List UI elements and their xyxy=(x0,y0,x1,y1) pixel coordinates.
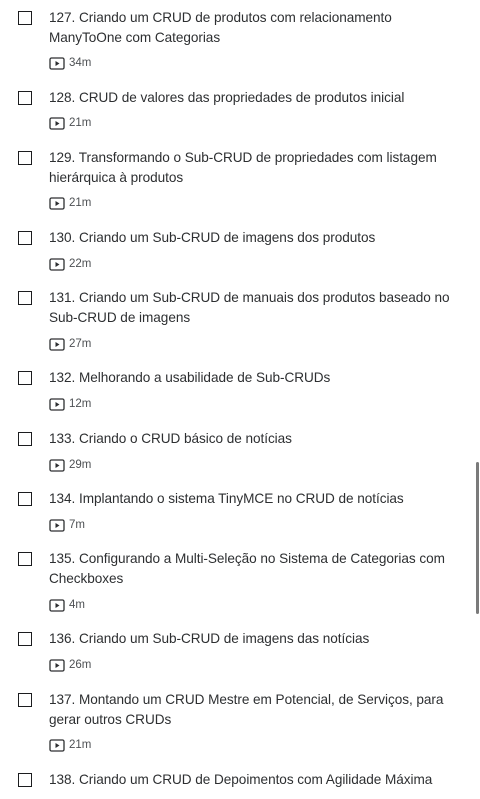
video-icon xyxy=(49,397,65,411)
lecture-checkbox[interactable] xyxy=(18,371,32,385)
lecture-meta: 26m xyxy=(49,657,91,673)
lecture-meta: 34m xyxy=(49,55,91,71)
video-icon xyxy=(49,56,65,70)
lecture-duration: 22m xyxy=(69,258,92,270)
lecture-duration: 29m xyxy=(69,459,92,471)
lecture-meta: 21m xyxy=(49,195,91,211)
lecture-checkbox[interactable] xyxy=(18,492,32,506)
video-icon xyxy=(49,458,65,472)
lecture-duration: 27m xyxy=(69,338,92,350)
lecture-meta: 21m xyxy=(49,115,91,131)
video-icon xyxy=(49,337,65,351)
lecture-title[interactable]: 136. Criando um Sub-CRUD de imagens das … xyxy=(49,629,463,649)
video-icon xyxy=(49,257,65,271)
lecture-title[interactable]: 130. Criando um Sub-CRUD de imagens dos … xyxy=(49,228,463,248)
video-icon xyxy=(49,738,65,752)
lecture-duration: 7m xyxy=(69,519,85,531)
lecture-title[interactable]: 131. Criando um Sub-CRUD de manuais dos … xyxy=(49,288,463,327)
lecture-checkbox[interactable] xyxy=(18,11,32,25)
lecture-meta: 27m xyxy=(49,336,91,352)
lecture-duration: 26m xyxy=(69,659,92,671)
scrollbar-thumb[interactable] xyxy=(476,462,479,614)
lecture-checkbox[interactable] xyxy=(18,231,32,245)
lecture-title[interactable]: 133. Criando o CRUD básico de notícias xyxy=(49,429,463,449)
lecture-meta: 4m xyxy=(49,597,85,613)
lecture-meta: 21m xyxy=(49,737,91,753)
video-icon xyxy=(49,518,65,532)
video-icon xyxy=(49,116,65,130)
lecture-duration: 21m xyxy=(69,117,92,129)
lecture-checkbox[interactable] xyxy=(18,552,32,566)
lecture-duration: 34m xyxy=(69,57,92,69)
lecture-checkbox[interactable] xyxy=(18,432,32,446)
lecture-checkbox[interactable] xyxy=(18,291,32,305)
lecture-title[interactable]: 128. CRUD de valores das propriedades de… xyxy=(49,88,463,108)
video-icon xyxy=(49,598,65,612)
lecture-checkbox[interactable] xyxy=(18,632,32,646)
lecture-title[interactable]: 132. Melhorando a usabilidade de Sub-CRU… xyxy=(49,368,463,388)
lecture-checkbox[interactable] xyxy=(18,151,32,165)
lecture-checkbox[interactable] xyxy=(18,693,32,707)
lecture-title[interactable]: 135. Configurando a Multi-Seleção no Sis… xyxy=(49,549,463,588)
video-icon xyxy=(49,658,65,672)
lecture-title[interactable]: 137. Montando um CRUD Mestre em Potencia… xyxy=(49,690,463,729)
lecture-checkbox[interactable] xyxy=(18,773,32,787)
lecture-title[interactable]: 127. Criando um CRUD de produtos com rel… xyxy=(49,8,463,47)
lecture-duration: 4m xyxy=(69,599,85,611)
scrollbar[interactable] xyxy=(473,0,480,799)
lecture-duration: 12m xyxy=(69,398,92,410)
lecture-meta: 12m xyxy=(49,396,91,412)
video-icon xyxy=(49,196,65,210)
lecture-meta: 7m xyxy=(49,517,85,533)
lecture-duration: 21m xyxy=(69,739,92,751)
lecture-title[interactable]: 129. Transformando o Sub-CRUD de proprie… xyxy=(49,148,463,187)
lecture-meta: 22m xyxy=(49,256,91,272)
lecture-list: 127. Criando um CRUD de produtos com rel… xyxy=(0,0,473,799)
lecture-duration: 21m xyxy=(69,197,92,209)
lecture-title[interactable]: 134. Implantando o sistema TinyMCE no CR… xyxy=(49,489,463,509)
lecture-checkbox[interactable] xyxy=(18,91,32,105)
lecture-meta: 29m xyxy=(49,457,91,473)
lecture-title[interactable]: 138. Criando um CRUD de Depoimentos com … xyxy=(49,770,463,790)
